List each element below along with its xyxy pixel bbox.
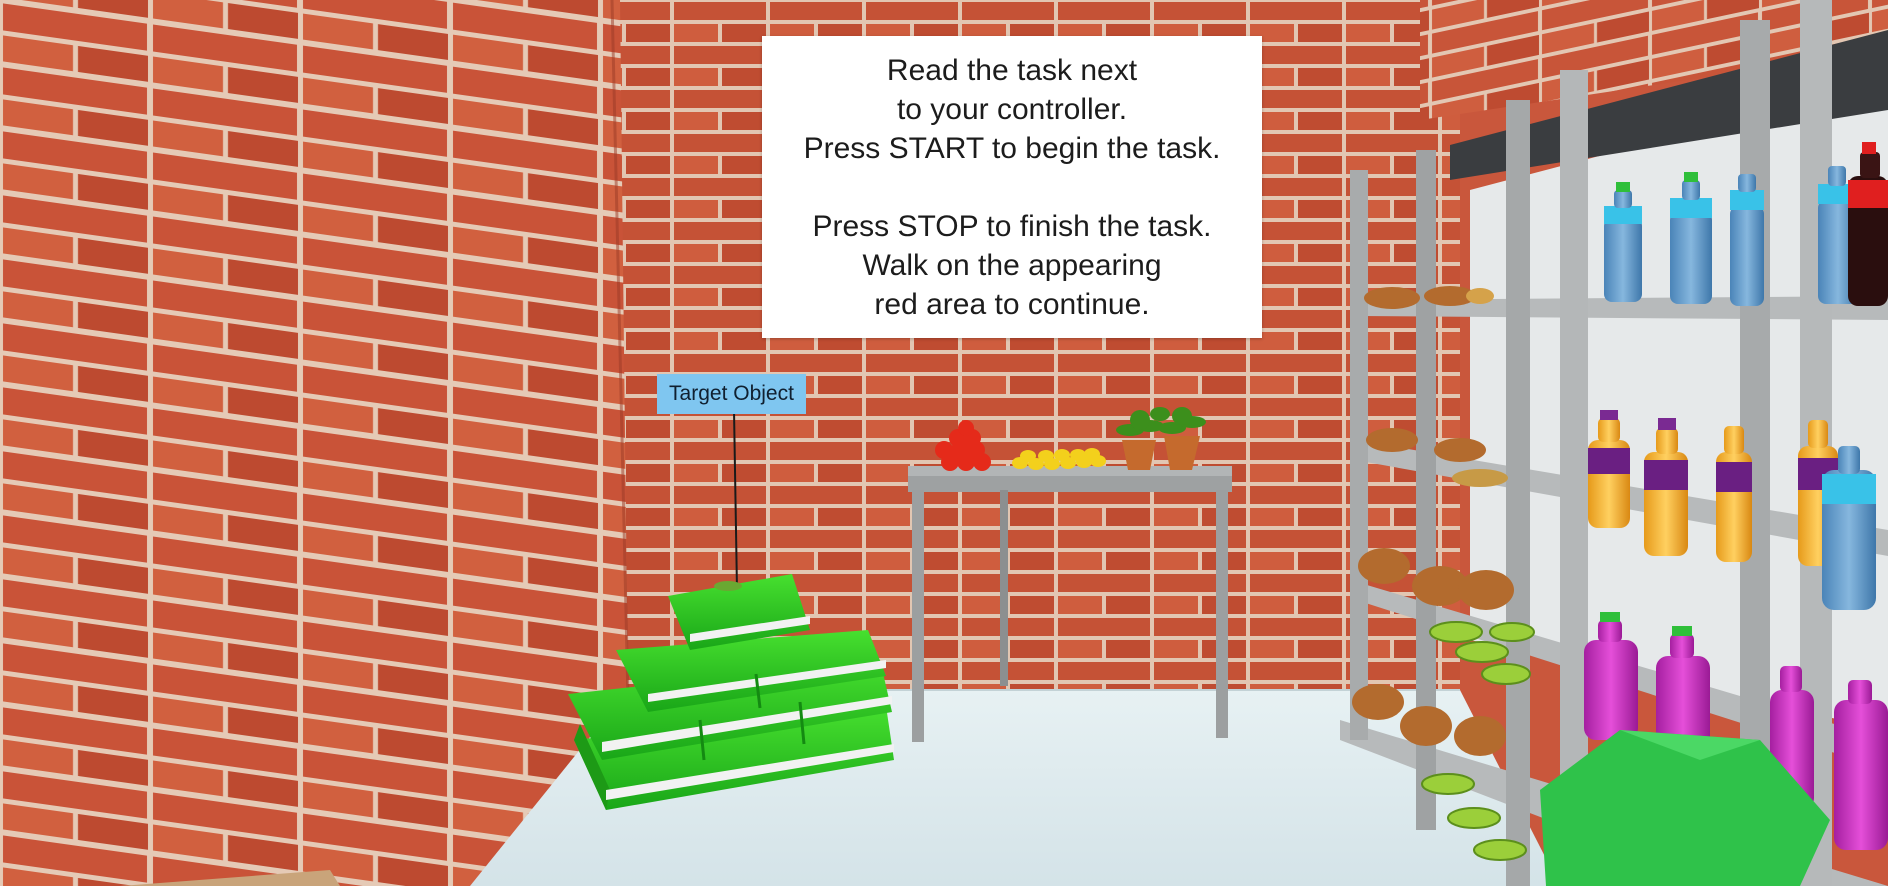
instruction-line-4: Press STOP to finish the task. [812, 209, 1212, 243]
instruction-line-1: Read the task next [886, 53, 1138, 87]
instruction-line-2: to your controller. [896, 92, 1128, 126]
instruction-line-3: Press START to begin the task. [803, 131, 1221, 165]
target-object-label: Target Object [657, 374, 806, 414]
vr-room-scene: Read the task next to your controller. P… [0, 0, 1888, 886]
instruction-line-6: red area to continue. [874, 287, 1150, 321]
instruction-sign: Read the task next to your controller. P… [762, 36, 1262, 338]
instruction-line-5: Walk on the appearing [862, 248, 1162, 282]
